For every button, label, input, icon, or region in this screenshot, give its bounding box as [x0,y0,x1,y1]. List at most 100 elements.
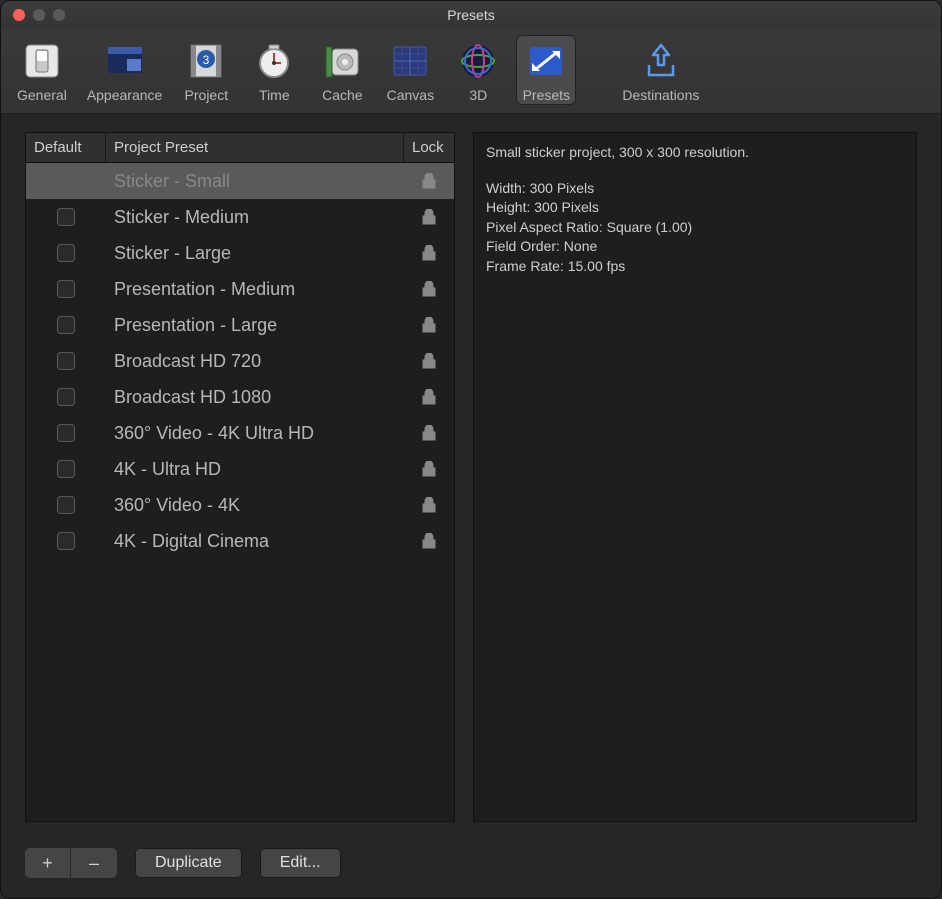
toolbar-item-general[interactable]: General [11,35,73,105]
project-icon: 3 [184,39,228,83]
preset-name: Broadcast HD 720 [106,351,404,372]
header-default[interactable]: Default [26,133,106,162]
default-checkbox[interactable] [26,424,106,442]
bottom-bar: + – Duplicate Edit... [1,834,941,898]
canvas-icon [388,39,432,83]
detail-width: Width: 300 Pixels [486,179,904,199]
preset-name: Presentation - Large [106,315,404,336]
table-row[interactable]: 360° Video - 4K Ultra HD [26,415,454,451]
destinations-icon [639,39,683,83]
table-row[interactable]: Sticker - Medium [26,199,454,235]
lock-icon [404,461,454,477]
general-icon [20,39,64,83]
table-body: Sticker - Small Sticker - Medium Sticker… [26,163,454,821]
default-checkbox[interactable] [26,244,106,262]
lock-icon [404,209,454,225]
minimize-icon[interactable] [33,9,45,21]
edit-button[interactable]: Edit... [260,848,341,878]
toolbar-label: Project [185,87,229,103]
default-checkbox[interactable] [26,388,106,406]
preferences-window: Presets General Appearance [0,0,942,899]
toolbar-label: Canvas [387,87,434,103]
cache-icon [320,39,364,83]
preset-name: Sticker - Small [106,171,404,192]
default-checkbox[interactable] [26,496,106,514]
toolbar-item-destinations[interactable]: Destinations [616,35,705,105]
lock-icon [404,389,454,405]
default-checkbox[interactable] [26,316,106,334]
detail-summary: Small sticker project, 300 x 300 resolut… [486,143,904,163]
detail-height: Height: 300 Pixels [486,198,904,218]
preset-name: 4K - Ultra HD [106,459,404,480]
left-panel: Default Project Preset Lock Sticker - Sm… [25,132,455,822]
table-row[interactable]: Sticker - Large [26,235,454,271]
toolbar-label: Destinations [622,87,699,103]
remove-button[interactable]: – [71,848,117,878]
table-row[interactable]: 4K - Digital Cinema [26,523,454,559]
time-icon [252,39,296,83]
lock-icon [404,317,454,333]
default-checkbox[interactable] [26,280,106,298]
toolbar-item-cache[interactable]: Cache [312,35,372,105]
table-row[interactable]: Sticker - Small [26,163,454,199]
3d-icon [456,39,500,83]
detail-frame-rate: Frame Rate: 15.00 fps [486,257,904,277]
default-checkbox[interactable] [26,532,106,550]
table-row[interactable]: Broadcast HD 1080 [26,379,454,415]
toolbar-label: Time [259,87,290,103]
duplicate-button[interactable]: Duplicate [135,848,242,878]
table-row[interactable]: Broadcast HD 720 [26,343,454,379]
presets-icon [524,39,568,83]
preset-name: Sticker - Large [106,243,404,264]
lock-icon [404,497,454,513]
default-checkbox[interactable] [26,208,106,226]
table-header: Default Project Preset Lock [26,133,454,163]
toolbar-label: Cache [322,87,362,103]
header-lock[interactable]: Lock [404,133,454,162]
toolbar-item-time[interactable]: Time [244,35,304,105]
table-row[interactable]: Presentation - Large [26,307,454,343]
table-row[interactable]: 4K - Ultra HD [26,451,454,487]
titlebar: Presets [1,1,941,29]
svg-text:3: 3 [203,53,210,67]
add-button[interactable]: + [25,848,71,878]
preset-name: 4K - Digital Cinema [106,531,404,552]
toolbar-item-appearance[interactable]: Appearance [81,35,169,105]
toolbar-label: General [17,87,67,103]
toolbar-label: 3D [469,87,487,103]
default-checkbox[interactable] [26,460,106,478]
preset-name: Presentation - Medium [106,279,404,300]
preset-name: Sticker - Medium [106,207,404,228]
table-row[interactable]: 360° Video - 4K [26,487,454,523]
content-area: Default Project Preset Lock Sticker - Sm… [1,114,941,834]
detail-par: Pixel Aspect Ratio: Square (1.00) [486,218,904,238]
maximize-icon[interactable] [53,9,65,21]
lock-icon [404,245,454,261]
lock-icon [404,353,454,369]
toolbar-label: Appearance [87,87,163,103]
toolbar-item-project[interactable]: 3 Project [176,35,236,105]
presets-table: Default Project Preset Lock Sticker - Sm… [25,132,455,822]
toolbar-label: Presets [523,87,570,103]
preset-name: 360° Video - 4K [106,495,404,516]
lock-icon [404,173,454,189]
appearance-icon [103,39,147,83]
table-row[interactable]: Presentation - Medium [26,271,454,307]
toolbar-item-presets[interactable]: Presets [516,35,576,105]
lock-icon [404,533,454,549]
default-checkbox[interactable] [26,352,106,370]
detail-field-order: Field Order: None [486,237,904,257]
toolbar-item-canvas[interactable]: Canvas [380,35,440,105]
window-title: Presets [1,7,941,23]
preset-name: 360° Video - 4K Ultra HD [106,423,404,444]
header-project-preset[interactable]: Project Preset [106,133,404,162]
toolbar-item-3d[interactable]: 3D [448,35,508,105]
toolbar: General Appearance 3 [1,29,941,114]
add-remove-segment: + – [25,848,117,878]
close-icon[interactable] [13,9,25,21]
preset-name: Broadcast HD 1080 [106,387,404,408]
traffic-lights [1,9,65,21]
detail-panel: Small sticker project, 300 x 300 resolut… [473,132,917,822]
lock-icon [404,281,454,297]
lock-icon [404,425,454,441]
